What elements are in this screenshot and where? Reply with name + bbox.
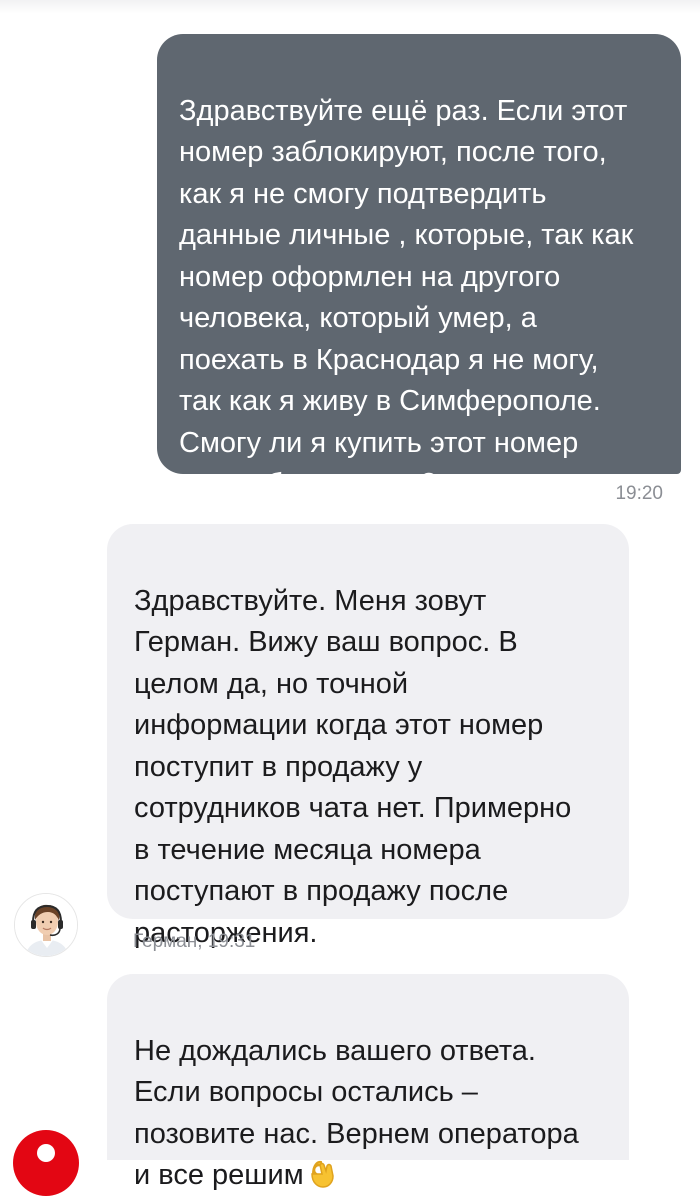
agent-message-text: Здравствуйте. Меня зовут Герман. Вижу ва… <box>134 584 572 949</box>
outgoing-message-text: Здравствуйте ещё раз. Если этот номер за… <box>179 94 634 501</box>
agent-name-and-time: Герман, 19:31 <box>133 931 256 952</box>
outgoing-message-time: 19:20 <box>615 483 663 504</box>
ok-hand-icon <box>308 1156 336 1201</box>
agent-avatar <box>14 893 78 957</box>
bot-message-text: Не дождались вашего ответа. Если вопросы… <box>134 1034 579 1192</box>
bot-message-bubble: Не дождались вашего ответа. Если вопросы… <box>107 974 629 1191</box>
agent-message-bubble: Здравствуйте. Меня зовут Герман. Вижу ва… <box>107 524 629 949</box>
top-edge-shadow <box>0 0 700 14</box>
outgoing-message-bubble: Здравствуйте ещё раз. Если этот номер за… <box>157 34 681 500</box>
brand-logo <box>13 1130 79 1196</box>
operator-portrait-icon <box>15 894 77 956</box>
brand-logo-mark <box>37 1144 55 1162</box>
